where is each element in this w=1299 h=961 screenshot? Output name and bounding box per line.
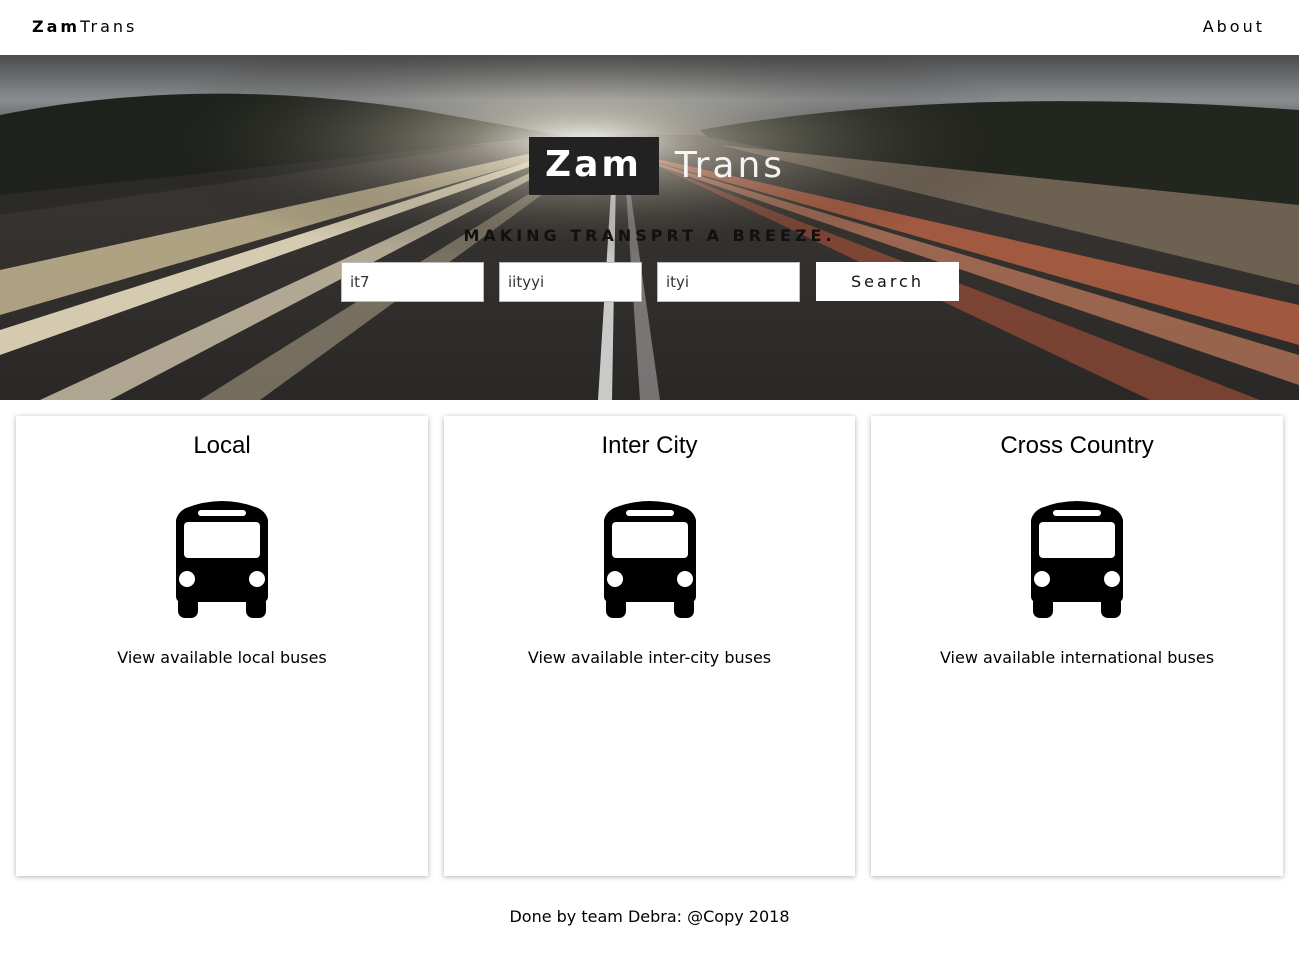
- brand-logo[interactable]: ZamTrans: [32, 17, 137, 37]
- card-title: Cross Country: [1000, 432, 1154, 459]
- brand-rest: Trans: [80, 17, 138, 36]
- bus-icon: [1031, 501, 1123, 618]
- hero-tagline: MAKING TRANSPRT A BREEZE.: [463, 226, 836, 245]
- bus-icon: [603, 501, 696, 618]
- about-link[interactable]: About: [1203, 17, 1265, 37]
- hero-title: Zam Trans: [529, 137, 785, 195]
- search-input-2[interactable]: [499, 262, 642, 302]
- search-input-3[interactable]: [657, 262, 800, 302]
- footer-text: Done by team Debra: @Copy 2018: [509, 907, 790, 926]
- hero-title-trans: Trans: [674, 145, 786, 186]
- card-local[interactable]: Local View available local buses: [16, 416, 428, 876]
- search-input-1[interactable]: [341, 262, 484, 302]
- card-title: Local: [193, 432, 251, 459]
- search-form: Search: [341, 262, 959, 302]
- card-inter-city[interactable]: Inter City View available inter-city bus…: [444, 416, 855, 876]
- card-title: Inter City: [601, 432, 698, 459]
- hero-banner: Zam Trans MAKING TRANSPRT A BREEZE. Sear…: [0, 55, 1299, 400]
- card-text: View available local buses: [117, 648, 327, 667]
- card-text: View available inter-city buses: [527, 648, 772, 667]
- card-cross-country[interactable]: Cross Country View available internation…: [871, 416, 1283, 876]
- search-button[interactable]: Search: [816, 262, 959, 301]
- top-navbar: ZamTrans About: [0, 0, 1299, 55]
- bus-icon: [176, 501, 268, 618]
- hero-title-zam: Zam: [529, 137, 659, 195]
- card-text: View available international buses: [939, 648, 1215, 667]
- brand-bold: Zam: [32, 17, 81, 36]
